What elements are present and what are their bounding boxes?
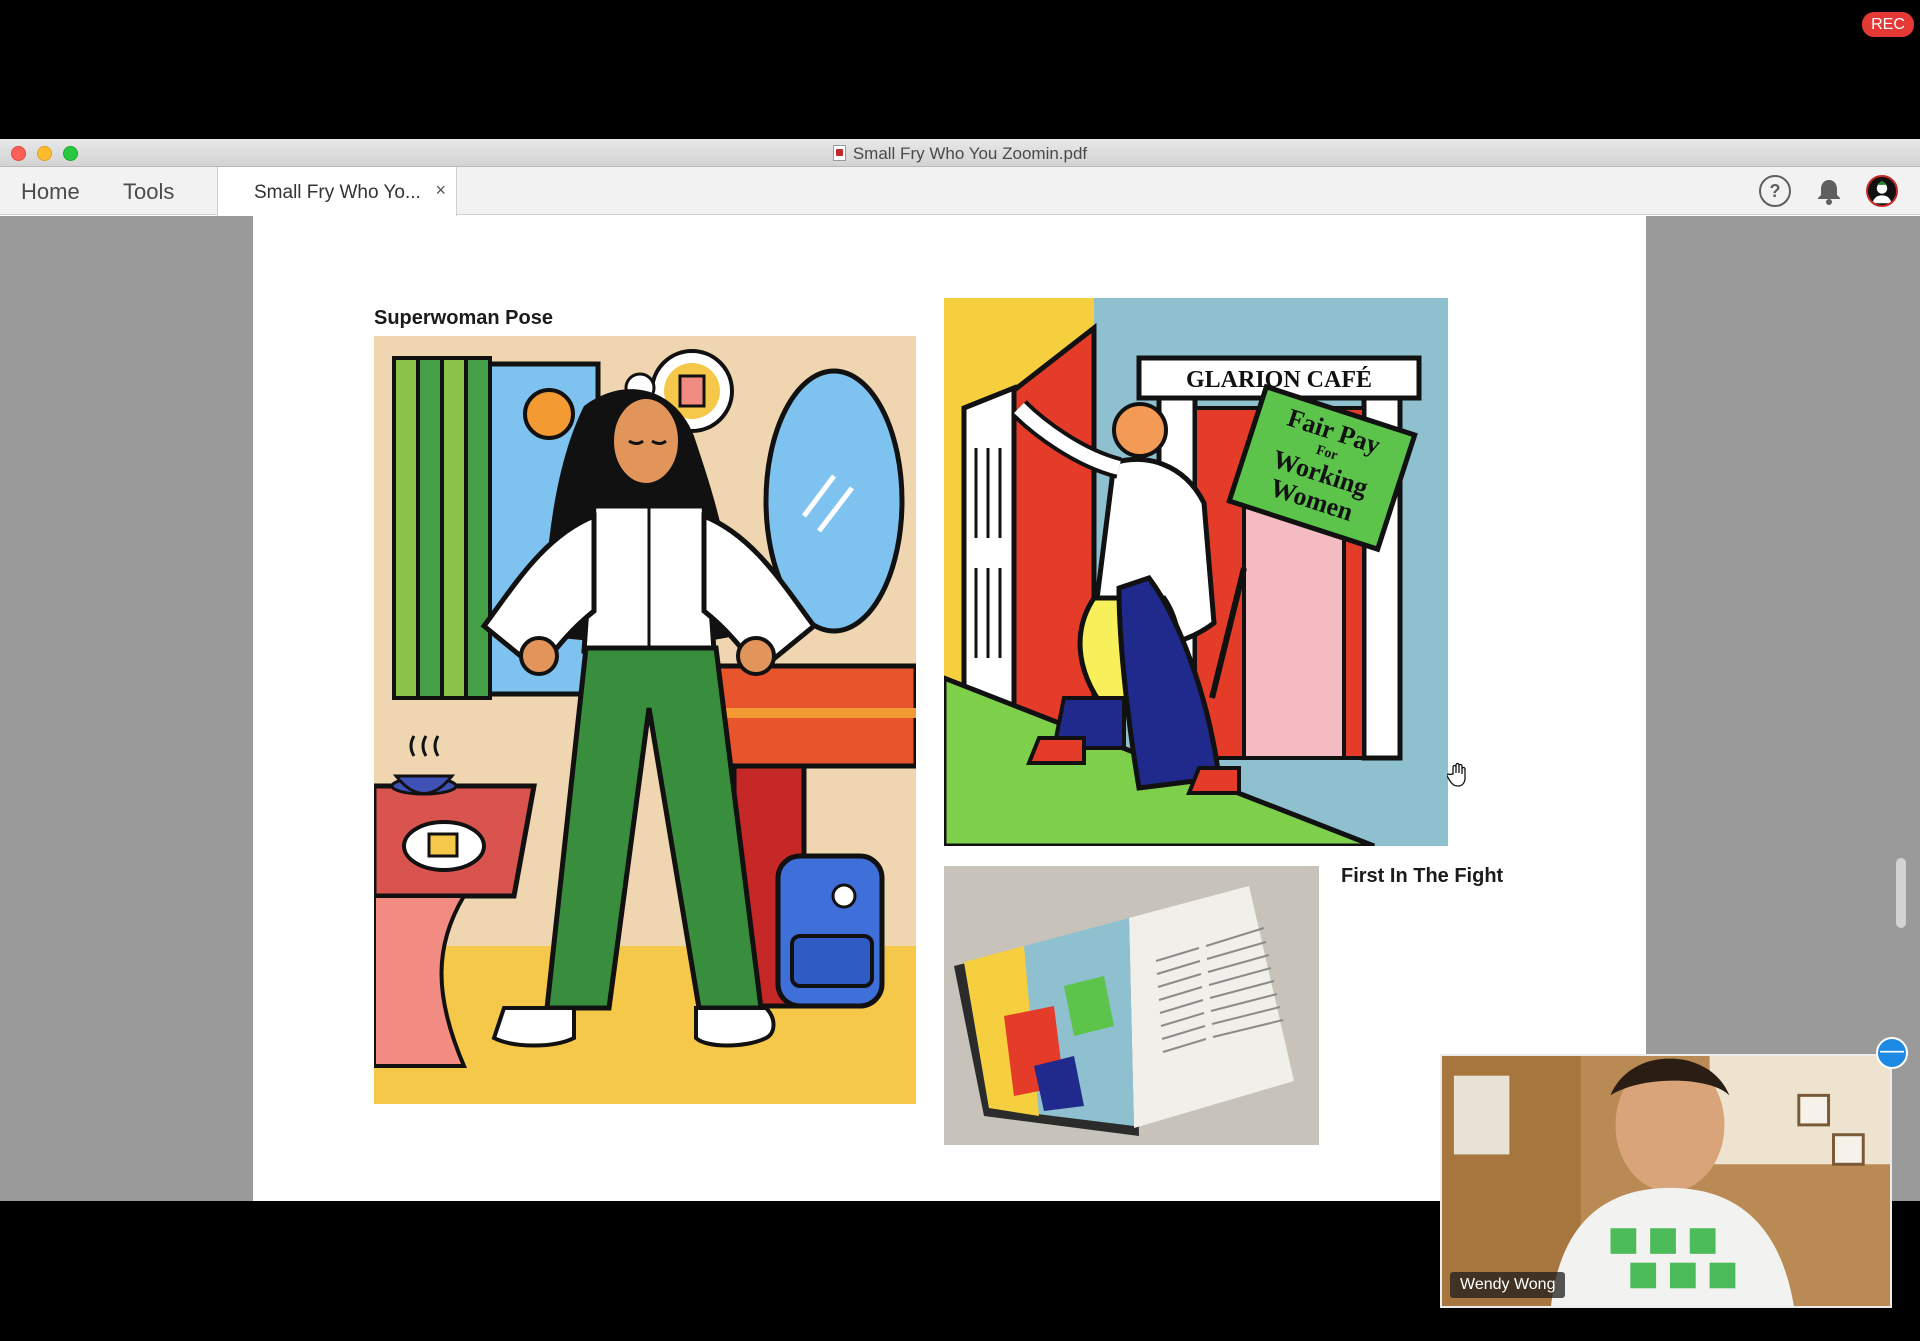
- title-bar[interactable]: Small Fry Who You Zoomin.pdf: [0, 139, 1920, 167]
- recording-badge: REC: [1862, 12, 1914, 37]
- bell-icon[interactable]: [1813, 175, 1845, 207]
- pdf-page: Superwoman Pose GLARION CAFÉ Fair Pay Fo…: [253, 216, 1646, 1201]
- minimize-video-button[interactable]: —: [1876, 1037, 1908, 1069]
- close-tab-icon[interactable]: ×: [435, 180, 446, 201]
- home-tab[interactable]: Home: [21, 179, 80, 205]
- user-avatar[interactable]: [1866, 175, 1898, 207]
- participant-video[interactable]: Wendy Wong: [1440, 1054, 1892, 1308]
- book-photo: [944, 866, 1319, 1145]
- window-title-text: Small Fry Who You Zoomin.pdf: [852, 144, 1088, 163]
- participant-name: Wendy Wong: [1450, 1272, 1566, 1298]
- document-tab[interactable]: Small Fry Who Yo... ×: [217, 167, 457, 216]
- screen: REC Small Fry Who You Zoomin.pdf Home To…: [0, 0, 1920, 1341]
- document-tab-label: Small Fry Who Yo...: [254, 182, 421, 203]
- scrollbar-thumb[interactable]: [1896, 858, 1906, 928]
- tools-tab[interactable]: Tools: [123, 179, 174, 205]
- tab-bar: Home Tools Small Fry Who Yo... × ?: [0, 167, 1920, 216]
- superwoman-illustration: [374, 336, 916, 1104]
- caption-superwoman-pose: Superwoman Pose: [374, 307, 553, 329]
- cafe-protest-illustration: GLARION CAFÉ Fair Pay For Working Women: [944, 298, 1448, 846]
- caption-first-in-the-fight: First In The Fight: [1341, 865, 1504, 887]
- pdf-file-icon: [832, 145, 846, 161]
- pdf-reader-window: Small Fry Who You Zoomin.pdf Home Tools …: [0, 139, 1920, 1201]
- window-title: Small Fry Who You Zoomin.pdf: [0, 144, 1920, 164]
- hand-cursor-icon: [1446, 762, 1469, 788]
- help-icon[interactable]: ?: [1759, 175, 1791, 207]
